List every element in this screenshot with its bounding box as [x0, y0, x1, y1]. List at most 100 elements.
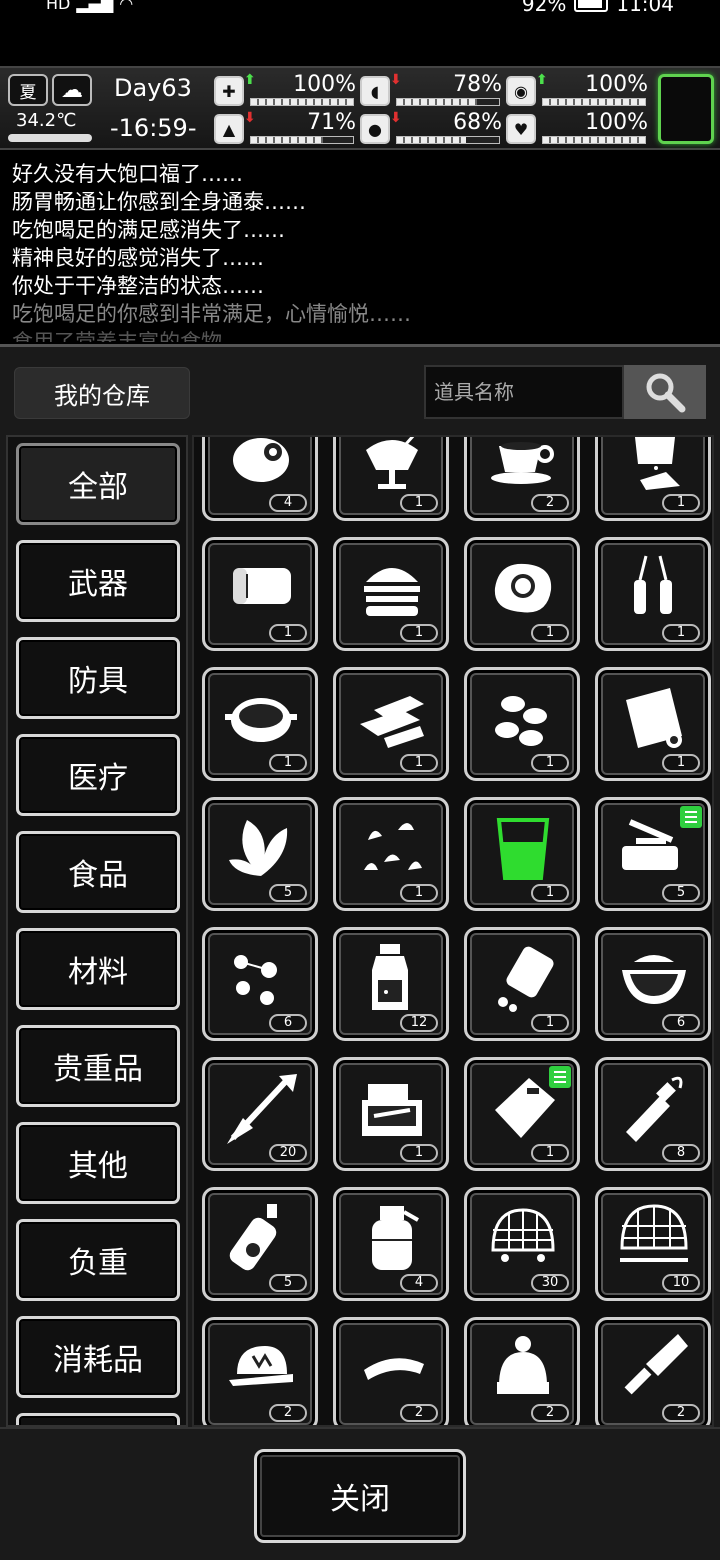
stomach-icon: ◖ — [360, 76, 390, 106]
search-input[interactable] — [434, 380, 614, 404]
item-slot[interactable]: 1 — [333, 537, 449, 651]
stat-heart: ♥ 100% — [506, 110, 648, 146]
item-count: 2 — [531, 1404, 569, 1422]
item-slot[interactable]: 1 — [595, 437, 711, 521]
item-slot[interactable]: 6 — [202, 927, 318, 1041]
warehouse-title-label: 我的仓库 — [54, 381, 150, 410]
category-tab[interactable]: 防具 — [16, 637, 180, 719]
item-count: 1 — [531, 754, 569, 772]
log-line: 食用了营养丰富的食物…… — [12, 330, 264, 342]
item-slot[interactable]: 30 — [464, 1187, 580, 1301]
note-badge-icon — [549, 1066, 571, 1088]
category-tab[interactable]: 负重 — [16, 1219, 180, 1301]
battery-icon — [574, 0, 609, 12]
close-button[interactable]: 关闭 — [254, 1449, 466, 1543]
item-slot[interactable]: 1 — [464, 667, 580, 781]
item-slot[interactable]: 8 — [595, 1057, 711, 1171]
stat-bar — [250, 98, 354, 106]
item-slot[interactable]: 1 — [595, 667, 711, 781]
category-tab[interactable]: 材料 — [16, 928, 180, 1010]
item-slot[interactable]: 1 — [333, 667, 449, 781]
season-indicator[interactable]: 夏 — [8, 74, 48, 106]
item-slot[interactable]: 10 — [595, 1187, 711, 1301]
item-count: 1 — [662, 754, 700, 772]
item-slot[interactable]: 2 — [202, 1317, 318, 1425]
item-slot[interactable]: 5 — [595, 797, 711, 911]
category-tab[interactable]: 武器 — [16, 540, 180, 622]
item-count: 5 — [662, 884, 700, 902]
item-slot[interactable]: 2 — [333, 1317, 449, 1425]
stat-value: 71% — [307, 110, 356, 135]
item-count: 4 — [400, 1274, 438, 1292]
stat-stomach: ◖ ⬇ 78% — [360, 72, 502, 108]
cloud-icon[interactable]: ☁ — [52, 74, 92, 106]
log-line: 好久没有大饱口福了…… — [12, 162, 243, 186]
item-count: 8 — [662, 1144, 700, 1162]
heart-icon: ♥ — [506, 114, 536, 144]
season-label: 夏 — [19, 82, 37, 103]
item-slot[interactable]: 4 — [333, 1187, 449, 1301]
item-slot[interactable]: 2 — [464, 437, 580, 521]
item-slot[interactable]: 1 — [333, 797, 449, 911]
search-icon — [646, 373, 686, 413]
category-tab[interactable]: 消耗品 — [16, 1316, 180, 1398]
item-slot[interactable]: 1 — [202, 537, 318, 651]
category-list: 全部武器防具医疗食品材料贵重品其他负重消耗品 — [6, 435, 188, 1427]
item-slot[interactable]: 1 — [333, 437, 449, 521]
panel-footer: 关闭 — [0, 1427, 720, 1560]
item-count: 1 — [531, 624, 569, 642]
item-slot[interactable]: 1 — [464, 537, 580, 651]
stat-value: 100% — [293, 72, 356, 97]
category-tab[interactable]: 食品 — [16, 831, 180, 913]
category-tab[interactable]: 其他 — [16, 1122, 180, 1204]
warehouse-panel: 我的仓库 全部武器防具医疗食品材料贵重品其他负重消耗品 412111111111… — [0, 344, 720, 1560]
item-slot[interactable]: 5 — [202, 1187, 318, 1301]
arrow-up-icon: ⬆ — [536, 72, 548, 88]
stat-bar-fill — [543, 99, 645, 105]
arrow-down-icon: ⬇ — [390, 72, 402, 88]
clock: 11:04 — [616, 0, 674, 16]
stat-bar-fill — [397, 99, 477, 105]
item-slot[interactable]: 5 — [202, 797, 318, 911]
category-tab[interactable] — [16, 1413, 180, 1425]
item-slot[interactable]: 1 — [464, 797, 580, 911]
item-slot[interactable]: 4 — [202, 437, 318, 521]
signal-icon: ▂▄▆ — [76, 0, 114, 13]
stamina-icon: ▲ — [214, 114, 244, 144]
item-slot[interactable]: 2 — [464, 1317, 580, 1425]
item-count: 30 — [531, 1274, 569, 1292]
log-line: 精神良好的感觉消失了…… — [12, 246, 264, 270]
close-button-label: 关闭 — [330, 1482, 390, 1517]
item-count: 1 — [531, 1014, 569, 1032]
item-slot[interactable]: 6 — [595, 927, 711, 1041]
wifi-icon: ◠ — [119, 0, 134, 13]
item-slot[interactable]: 20 — [202, 1057, 318, 1171]
item-slot[interactable]: 1 — [333, 1057, 449, 1171]
item-slot[interactable]: 1 — [595, 537, 711, 651]
stat-bar-fill — [251, 99, 353, 105]
search-button[interactable] — [624, 365, 706, 419]
category-tab[interactable]: 全部 — [16, 443, 180, 525]
item-slot[interactable]: 1 — [464, 1057, 580, 1171]
item-count: 1 — [400, 1144, 438, 1162]
item-count: 1 — [531, 1144, 569, 1162]
medkit-icon: ✚ — [214, 76, 244, 106]
item-slot[interactable]: 1 — [464, 927, 580, 1041]
hygiene-icon: ◉ — [506, 76, 536, 106]
item-count: 2 — [531, 494, 569, 512]
item-slot[interactable]: 2 — [595, 1317, 711, 1425]
water-drop-icon: ● — [360, 114, 390, 144]
battery-percent: 92% — [521, 0, 567, 16]
stat-bar — [542, 98, 646, 106]
category-tab[interactable]: 医疗 — [16, 734, 180, 816]
log-line: 吃饱喝足的你感到非常满足，心情愉悦…… — [12, 302, 411, 326]
item-slot[interactable]: 1 — [202, 667, 318, 781]
stat-value: 100% — [585, 72, 648, 97]
item-slot[interactable]: 12 — [333, 927, 449, 1041]
stat-hygiene: ◉ ⬆ 100% — [506, 72, 648, 108]
item-count: 2 — [400, 1404, 438, 1422]
category-tab[interactable]: 贵重品 — [16, 1025, 180, 1107]
status-bar: HD ▂▄▆ ◠ 92% 11:04 — [0, 0, 720, 20]
item-count: 5 — [269, 884, 307, 902]
quick-slot[interactable] — [658, 74, 714, 144]
